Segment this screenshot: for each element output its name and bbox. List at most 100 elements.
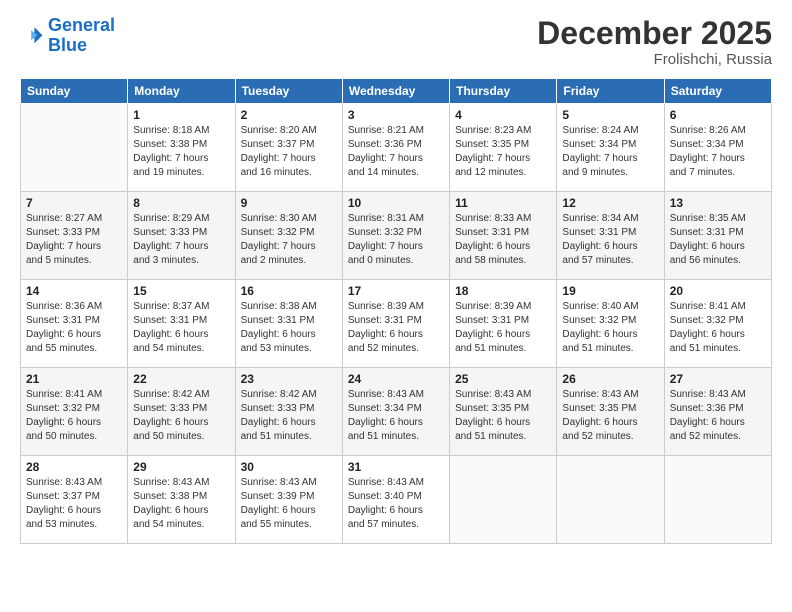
day-info: Sunrise: 8:41 AM Sunset: 3:32 PM Dayligh… <box>670 300 766 356</box>
day-number: 6 <box>670 108 766 122</box>
day-info: Sunrise: 8:39 AM Sunset: 3:31 PM Dayligh… <box>348 300 444 356</box>
logo-blue: Blue <box>48 36 115 56</box>
calendar-cell: 10 Sunrise: 8:31 AM Sunset: 3:32 PM Dayli… <box>342 192 449 280</box>
day-info: Sunrise: 8:41 AM Sunset: 3:32 PM Dayligh… <box>26 388 122 444</box>
logo-icon <box>20 24 44 48</box>
day-number: 28 <box>26 460 122 474</box>
day-info: Sunrise: 8:33 AM Sunset: 3:31 PM Dayligh… <box>455 212 551 268</box>
day-info: Sunrise: 8:24 AM Sunset: 3:34 PM Dayligh… <box>562 124 658 180</box>
day-number: 8 <box>133 196 229 210</box>
day-info: Sunrise: 8:35 AM Sunset: 3:31 PM Dayligh… <box>670 212 766 268</box>
calendar-cell: 7Sunrise: 8:27 AM Sunset: 3:33 PM Daylig… <box>21 192 128 280</box>
day-info: Sunrise: 8:43 AM Sunset: 3:36 PM Dayligh… <box>670 388 766 444</box>
day-info: Sunrise: 8:43 AM Sunset: 3:35 PM Dayligh… <box>455 388 551 444</box>
day-number: 14 <box>26 284 122 298</box>
calendar-week: 21 Sunrise: 8:41 AM Sunset: 3:32 PM Dayli… <box>21 368 772 456</box>
calendar-cell: 14Sunrise: 8:36 AM Sunset: 3:31 PM Dayli… <box>21 280 128 368</box>
location: Frolishchi, Russia <box>537 51 772 68</box>
title-block: December 2025 Frolishchi, Russia <box>537 16 772 68</box>
day-info: Sunrise: 8:43 AM Sunset: 3:34 PM Dayligh… <box>348 388 444 444</box>
day-info: Sunrise: 8:29 AM Sunset: 3:33 PM Dayligh… <box>133 212 229 268</box>
day-info: Sunrise: 8:43 AM Sunset: 3:39 PM Dayligh… <box>241 476 337 532</box>
day-info: Sunrise: 8:20 AM Sunset: 3:37 PM Dayligh… <box>241 124 337 180</box>
calendar-cell: 19 Sunrise: 8:40 AM Sunset: 3:32 PM Dayli… <box>557 280 664 368</box>
day-info: Sunrise: 8:43 AM Sunset: 3:38 PM Dayligh… <box>133 476 229 532</box>
day-number: 16 <box>241 284 337 298</box>
day-number: 3 <box>348 108 444 122</box>
day-info: Sunrise: 8:37 AM Sunset: 3:31 PM Dayligh… <box>133 300 229 356</box>
day-number: 7 <box>26 196 122 210</box>
header: General Blue December 2025 Frolishchi, R… <box>20 16 772 68</box>
day-number: 21 <box>26 372 122 386</box>
calendar-cell <box>21 104 128 192</box>
month-title: December 2025 <box>537 16 772 51</box>
day-info: Sunrise: 8:43 AM Sunset: 3:37 PM Dayligh… <box>26 476 122 532</box>
calendar-cell: 4Sunrise: 8:23 AM Sunset: 3:35 PM Daylig… <box>450 104 557 192</box>
calendar-cell: 26Sunrise: 8:43 AM Sunset: 3:35 PM Dayli… <box>557 368 664 456</box>
calendar-cell: 2 Sunrise: 8:20 AM Sunset: 3:37 PM Daylig… <box>235 104 342 192</box>
header-day: Monday <box>128 79 235 104</box>
day-info: Sunrise: 8:43 AM Sunset: 3:40 PM Dayligh… <box>348 476 444 532</box>
day-info: Sunrise: 8:38 AM Sunset: 3:31 PM Dayligh… <box>241 300 337 356</box>
day-number: 13 <box>670 196 766 210</box>
day-number: 25 <box>455 372 551 386</box>
logo-text: General Blue <box>48 16 115 56</box>
day-number: 10 <box>348 196 444 210</box>
day-info: Sunrise: 8:40 AM Sunset: 3:32 PM Dayligh… <box>562 300 658 356</box>
calendar-cell: 16 Sunrise: 8:38 AM Sunset: 3:31 PM Dayli… <box>235 280 342 368</box>
header-day: Wednesday <box>342 79 449 104</box>
calendar-cell: 25 Sunrise: 8:43 AM Sunset: 3:35 PM Dayli… <box>450 368 557 456</box>
day-info: Sunrise: 8:26 AM Sunset: 3:34 PM Dayligh… <box>670 124 766 180</box>
calendar-cell: 3Sunrise: 8:21 AM Sunset: 3:36 PM Daylig… <box>342 104 449 192</box>
calendar-cell: 29 Sunrise: 8:43 AM Sunset: 3:38 PM Dayli… <box>128 456 235 544</box>
calendar-cell: 23 Sunrise: 8:42 AM Sunset: 3:33 PM Dayli… <box>235 368 342 456</box>
calendar-cell: 11 Sunrise: 8:33 AM Sunset: 3:31 PM Dayli… <box>450 192 557 280</box>
calendar-cell: 9 Sunrise: 8:30 AM Sunset: 3:32 PM Daylig… <box>235 192 342 280</box>
calendar-cell <box>450 456 557 544</box>
calendar-table: SundayMondayTuesdayWednesdayThursdayFrid… <box>20 78 772 544</box>
header-day: Saturday <box>664 79 771 104</box>
calendar-cell: 17Sunrise: 8:39 AM Sunset: 3:31 PM Dayli… <box>342 280 449 368</box>
calendar-cell: 21 Sunrise: 8:41 AM Sunset: 3:32 PM Dayli… <box>21 368 128 456</box>
day-number: 30 <box>241 460 337 474</box>
day-number: 5 <box>562 108 658 122</box>
day-number: 15 <box>133 284 229 298</box>
calendar-cell: 31 Sunrise: 8:43 AM Sunset: 3:40 PM Dayli… <box>342 456 449 544</box>
calendar-cell: 30 Sunrise: 8:43 AM Sunset: 3:39 PM Dayli… <box>235 456 342 544</box>
day-number: 4 <box>455 108 551 122</box>
day-number: 19 <box>562 284 658 298</box>
calendar-cell: 6 Sunrise: 8:26 AM Sunset: 3:34 PM Daylig… <box>664 104 771 192</box>
calendar-cell: 24Sunrise: 8:43 AM Sunset: 3:34 PM Dayli… <box>342 368 449 456</box>
calendar-cell: 22 Sunrise: 8:42 AM Sunset: 3:33 PM Dayli… <box>128 368 235 456</box>
calendar-cell: 15 Sunrise: 8:37 AM Sunset: 3:31 PM Dayli… <box>128 280 235 368</box>
day-info: Sunrise: 8:18 AM Sunset: 3:38 PM Dayligh… <box>133 124 229 180</box>
header-day: Sunday <box>21 79 128 104</box>
day-info: Sunrise: 8:31 AM Sunset: 3:32 PM Dayligh… <box>348 212 444 268</box>
day-number: 12 <box>562 196 658 210</box>
logo-general: General <box>48 15 115 35</box>
day-number: 9 <box>241 196 337 210</box>
calendar-cell: 27Sunrise: 8:43 AM Sunset: 3:36 PM Dayli… <box>664 368 771 456</box>
day-number: 29 <box>133 460 229 474</box>
day-number: 2 <box>241 108 337 122</box>
logo: General Blue <box>20 16 115 56</box>
calendar-week: 7Sunrise: 8:27 AM Sunset: 3:33 PM Daylig… <box>21 192 772 280</box>
calendar-week: 1 Sunrise: 8:18 AM Sunset: 3:38 PM Daylig… <box>21 104 772 192</box>
day-info: Sunrise: 8:30 AM Sunset: 3:32 PM Dayligh… <box>241 212 337 268</box>
day-number: 26 <box>562 372 658 386</box>
calendar-cell <box>664 456 771 544</box>
day-info: Sunrise: 8:42 AM Sunset: 3:33 PM Dayligh… <box>133 388 229 444</box>
day-number: 18 <box>455 284 551 298</box>
header-day: Friday <box>557 79 664 104</box>
day-number: 11 <box>455 196 551 210</box>
day-number: 31 <box>348 460 444 474</box>
day-number: 22 <box>133 372 229 386</box>
day-number: 23 <box>241 372 337 386</box>
calendar-cell: 13 Sunrise: 8:35 AM Sunset: 3:31 PM Dayli… <box>664 192 771 280</box>
calendar-week: 28 Sunrise: 8:43 AM Sunset: 3:37 PM Dayli… <box>21 456 772 544</box>
day-info: Sunrise: 8:42 AM Sunset: 3:33 PM Dayligh… <box>241 388 337 444</box>
calendar-cell: 20Sunrise: 8:41 AM Sunset: 3:32 PM Dayli… <box>664 280 771 368</box>
day-number: 1 <box>133 108 229 122</box>
header-row: SundayMondayTuesdayWednesdayThursdayFrid… <box>21 79 772 104</box>
calendar-cell: 18Sunrise: 8:39 AM Sunset: 3:31 PM Dayli… <box>450 280 557 368</box>
